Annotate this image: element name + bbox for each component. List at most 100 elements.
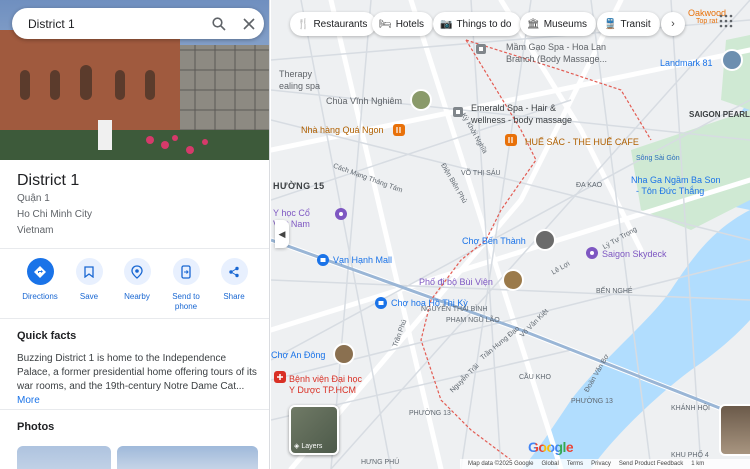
save-button[interactable]: Save: [63, 258, 115, 302]
spa-pin-icon[interactable]: [452, 106, 464, 118]
restaurant-pin-icon[interactable]: [504, 133, 518, 147]
photo-thumbnail[interactable]: [117, 446, 258, 469]
map-label[interactable]: Y Dược TP.HCM: [289, 385, 356, 395]
map-label[interactable]: Nhà hàng Quá Ngon: [301, 125, 384, 135]
feedback-link[interactable]: Send Product Feedback: [619, 461, 683, 467]
place-title: District 1: [17, 172, 80, 189]
map-label: VÕ THỊ SÁU: [461, 170, 501, 177]
map-label: Top rat: [696, 18, 718, 25]
map-label[interactable]: Therapy: [279, 69, 312, 79]
map-label[interactable]: wellness - body massage: [471, 115, 572, 125]
restaurant-icon: 🍴: [297, 18, 310, 30]
more-link[interactable]: More: [17, 395, 40, 406]
chip-things-to-do[interactable]: 📷 Things to do: [433, 12, 521, 36]
directions-icon: [26, 258, 54, 285]
map-label[interactable]: Chợ Bến Thành: [462, 236, 526, 246]
close-icon[interactable]: [234, 9, 264, 39]
map-label[interactable]: Emerald Spa - Hair &: [471, 103, 556, 113]
map-label[interactable]: Chợ An Đông: [271, 350, 325, 360]
map-label[interactable]: Chùa Vĩnh Nghiêm: [326, 96, 402, 106]
map-label[interactable]: Branch (Body Massage...: [506, 54, 607, 64]
quick-facts-text: Buzzing District 1 is home to the Indepe…: [17, 353, 257, 406]
place-city: Ho Chi Minh City: [17, 209, 93, 220]
map-label[interactable]: Y học Cổ: [273, 208, 310, 218]
attraction-pin-icon[interactable]: [585, 246, 599, 260]
shopping-pin-icon[interactable]: [316, 253, 330, 267]
place-photo-pin[interactable]: [501, 268, 525, 292]
map-label: PHƯỜNG 13: [571, 398, 613, 405]
apps-grid-icon[interactable]: [719, 14, 733, 28]
chips-next-button[interactable]: ›: [661, 12, 685, 36]
share-button[interactable]: Share: [208, 258, 260, 302]
send-to-phone-button[interactable]: Send to phone: [160, 258, 212, 312]
global-link[interactable]: Global: [541, 461, 558, 467]
privacy-link[interactable]: Privacy: [591, 461, 611, 467]
map-label[interactable]: - Tôn Đức Thắng: [636, 186, 704, 196]
map-label: ĐA KAO: [576, 182, 603, 189]
camera-icon: 📷: [440, 18, 453, 30]
place-photo-pin[interactable]: [332, 342, 356, 366]
map-streets: [271, 0, 750, 469]
chevron-left-icon: ◀: [278, 228, 286, 239]
map-label: KHÁNH HỘI: [671, 405, 710, 412]
map-label: PHƯỜNG 13: [409, 410, 451, 417]
transit-icon: 🚆: [604, 18, 617, 30]
chevron-right-icon: ›: [671, 18, 675, 30]
map-label: SAIGON PEARL: [689, 110, 750, 119]
shopping-pin-icon[interactable]: [374, 296, 388, 310]
map-label: HƯỜNG 15: [273, 181, 325, 191]
map-label[interactable]: Landmark 81: [660, 58, 713, 68]
directions-button[interactable]: Directions: [14, 258, 66, 302]
map-label[interactable]: Mầm Gạo Spa - Hoa Lan: [506, 42, 606, 52]
chip-museums[interactable]: 🏛 Museums: [520, 12, 597, 36]
map-data-attribution: Map data ©2025 Google: [468, 461, 534, 467]
map-label[interactable]: HUẾ SẮC - THE HUẾ CAFE: [525, 137, 639, 147]
map-label[interactable]: Phố đi bộ Bùi Viện: [419, 277, 493, 287]
map-label[interactable]: Nha Ga Ngầm Ba Son: [631, 175, 721, 185]
divider: [0, 409, 269, 410]
map-label: HƯNG PHÚ: [361, 459, 400, 466]
place-photo-pin[interactable]: [533, 228, 557, 252]
chip-transit[interactable]: 🚆 Transit: [597, 12, 660, 36]
collapse-panel-button[interactable]: ◀: [275, 220, 289, 248]
send-to-phone-label: Send to phone: [172, 292, 200, 311]
photos-title: Photos: [17, 421, 55, 433]
share-icon: [220, 258, 248, 285]
map-label[interactable]: Bệnh viện Đại học: [289, 374, 362, 384]
map-label: PHẠM NGŨ LÃO: [446, 317, 500, 324]
place-photo-pin[interactable]: [720, 48, 744, 72]
photo-thumbnail[interactable]: [17, 446, 111, 469]
chip-hotels[interactable]: 🛏 Hotels: [372, 12, 434, 36]
search-box[interactable]: District 1: [12, 8, 264, 39]
chip-restaurants[interactable]: 🍴 Restaurants: [290, 12, 377, 36]
map-footer: Map data ©2025 Google Global Terms Priva…: [460, 459, 750, 469]
museum-pin-icon[interactable]: [334, 207, 348, 221]
place-panel: District 1 District 1 Quận 1 Ho Chi Minh…: [0, 0, 270, 469]
map-label[interactable]: Saigon Skydeck: [602, 249, 667, 259]
layers-button[interactable]: ◈ Layers: [289, 405, 339, 455]
nearby-button[interactable]: Nearby: [111, 258, 163, 302]
nearby-icon: [123, 258, 151, 285]
layers-icon: ◈: [294, 443, 300, 450]
nearby-label: Nearby: [124, 292, 150, 301]
directions-label: Directions: [22, 292, 58, 301]
terms-link[interactable]: Terms: [567, 461, 583, 467]
map-label[interactable]: Vạn Hạnh Mall: [333, 255, 392, 265]
place-photo-pin[interactable]: [409, 88, 433, 112]
search-icon[interactable]: [204, 9, 234, 39]
scale-label[interactable]: 1 km: [691, 461, 704, 467]
spa-pin-icon[interactable]: [475, 43, 487, 55]
map-label: CẦU KHO: [519, 374, 551, 381]
place-local-name: Quận 1: [17, 193, 50, 204]
street-view-thumbnail[interactable]: [719, 404, 750, 456]
map-label: NGUYỄN THÁI BÌNH: [421, 306, 488, 313]
divider: [0, 248, 269, 249]
bookmark-icon: [75, 258, 103, 285]
map-canvas[interactable]: Mầm Gạo Spa - Hoa Lan Branch (Body Massa…: [271, 0, 750, 469]
map-label: KHU PHỐ 4: [671, 452, 709, 459]
google-logo: Google: [528, 439, 574, 455]
hospital-pin-icon[interactable]: [273, 370, 287, 384]
search-input[interactable]: District 1: [28, 17, 204, 31]
restaurant-pin-icon[interactable]: [392, 123, 406, 137]
map-label[interactable]: ealing spa: [279, 81, 320, 91]
